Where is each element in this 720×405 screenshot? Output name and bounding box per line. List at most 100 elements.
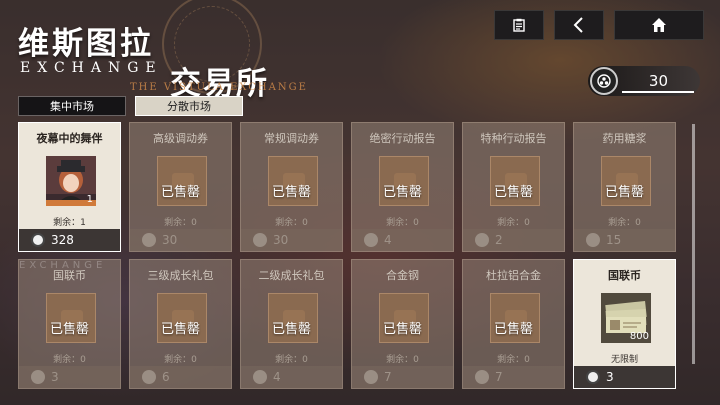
scrollbar[interactable] bbox=[692, 124, 695, 364]
item-price: 4 bbox=[241, 366, 342, 388]
item-price: 3 bbox=[19, 366, 120, 388]
item-remaining: 剩余：0 bbox=[497, 355, 530, 365]
item-name: 国联币 bbox=[608, 269, 641, 282]
price-value: 3 bbox=[606, 370, 614, 384]
shop-item-card[interactable]: 高级调动券已售罄剩余：0 30 bbox=[129, 122, 232, 252]
item-name: 夜幕中的舞伴 bbox=[36, 132, 103, 145]
item-remaining: 剩余：0 bbox=[386, 355, 419, 365]
tab-distributed-market[interactable]: 分散市场 bbox=[135, 96, 243, 116]
coin-icon bbox=[31, 370, 45, 384]
sold-out-label: 已售罄 bbox=[382, 322, 422, 337]
shop-item-card[interactable]: 国联币 800 无限制 3 bbox=[573, 259, 676, 389]
item-count: 800 bbox=[629, 331, 649, 342]
item-remaining: 剩余：0 bbox=[275, 218, 308, 228]
sold-out-label: 已售罄 bbox=[604, 185, 644, 200]
sold-out-label: 已售罄 bbox=[160, 322, 200, 337]
item-remaining: 剩余：0 bbox=[164, 218, 197, 228]
item-remaining: 无限制 bbox=[610, 355, 638, 365]
currency-value: 30 bbox=[648, 72, 668, 90]
coin-icon bbox=[475, 233, 489, 247]
page-title: 维斯图拉 bbox=[18, 26, 154, 62]
price-value: 328 bbox=[51, 233, 74, 247]
coin-icon bbox=[142, 233, 156, 247]
price-value: 30 bbox=[273, 233, 289, 247]
shop-item-card[interactable]: 二级成长礼包 已售罄剩余：0 4 bbox=[240, 259, 343, 389]
page-title-english: EXCHANGE bbox=[20, 60, 163, 76]
price-value: 2 bbox=[495, 233, 503, 247]
item-remaining: 剩余：0 bbox=[53, 355, 86, 365]
item-name: 合金钢 bbox=[386, 269, 419, 282]
price-value: 7 bbox=[495, 370, 503, 384]
sold-out-label: 已售罄 bbox=[493, 185, 533, 200]
coin-icon bbox=[586, 233, 600, 247]
shop-item-card[interactable]: EXCHANGE 国联币 已售罄 剩余：0 3 bbox=[18, 259, 121, 389]
sold-out-label: 已售罄 bbox=[271, 185, 311, 200]
item-remaining: 剩余：0 bbox=[275, 355, 308, 365]
price-value: 4 bbox=[384, 233, 392, 247]
back-button[interactable] bbox=[554, 10, 604, 40]
price-value: 6 bbox=[162, 370, 170, 384]
coin-icon bbox=[253, 370, 267, 384]
item-price: 328 bbox=[19, 229, 120, 251]
shop-item-card[interactable]: 特种行动报告 已售罄剩余：0 2 bbox=[462, 122, 565, 252]
item-price: 6 bbox=[130, 366, 231, 388]
clipboard-icon bbox=[513, 18, 525, 32]
tab-central-market[interactable]: 集中市场 bbox=[18, 96, 126, 116]
item-name: 高级调动券 bbox=[153, 132, 208, 145]
shop-item-card[interactable]: 三级成长礼包 已售罄剩余：0 6 bbox=[129, 259, 232, 389]
item-price: 7 bbox=[463, 366, 564, 388]
item-remaining: 剩余：0 bbox=[497, 218, 530, 228]
back-arrow-icon bbox=[573, 17, 583, 33]
shop-item-card[interactable]: 药用糖浆已售罄剩余：0 15 bbox=[573, 122, 676, 252]
character-portrait: 1 bbox=[46, 156, 96, 206]
price-value: 15 bbox=[606, 233, 622, 247]
shop-item-card[interactable]: 常规调动券已售罄剩余：0 30 bbox=[240, 122, 343, 252]
clipboard-button[interactable] bbox=[494, 10, 544, 40]
item-price: 30 bbox=[241, 229, 342, 251]
sold-out-label: 已售罄 bbox=[49, 322, 89, 337]
item-name: 二级成长礼包 bbox=[258, 269, 325, 282]
home-button[interactable] bbox=[614, 10, 704, 40]
currency-underline bbox=[622, 91, 694, 93]
item-price: 4 bbox=[352, 229, 453, 251]
sold-out-label: 已售罄 bbox=[160, 185, 200, 200]
price-value: 3 bbox=[51, 370, 59, 384]
coin-icon bbox=[586, 370, 600, 384]
price-value: 30 bbox=[162, 233, 178, 247]
item-grid: 夜幕中的舞伴 1 剩余：1 328 高级调动券 已售罄 剩余：0 30 常规调动券 已售罄 剩余：0… bbox=[18, 122, 680, 392]
item-name: 药用糖浆 bbox=[602, 132, 647, 145]
coin-icon bbox=[364, 370, 378, 384]
item-name: 三级成长礼包 bbox=[147, 269, 214, 282]
item-count: 1 bbox=[86, 194, 93, 205]
shop-item-card[interactable]: 夜幕中的舞伴 1 剩余：1 328 bbox=[18, 122, 121, 252]
banknote-image: 800 bbox=[601, 293, 651, 343]
price-value: 4 bbox=[273, 370, 281, 384]
coin-icon bbox=[364, 233, 378, 247]
page-subtitle: THE VISTULA EXCHANGE bbox=[130, 82, 308, 93]
item-name: 杜拉铝合金 bbox=[486, 269, 541, 282]
sold-out-label: 已售罄 bbox=[271, 322, 311, 337]
shop-item-card[interactable]: 合金钢已售罄剩余：0 7 bbox=[351, 259, 454, 389]
item-price: 15 bbox=[574, 229, 675, 251]
item-name: 绝密行动报告 bbox=[369, 132, 436, 145]
item-name: 特种行动报告 bbox=[480, 132, 547, 145]
shop-item-card[interactable]: 杜拉铝合金已售罄剩余：0 7 bbox=[462, 259, 565, 389]
item-remaining: 剩余：1 bbox=[53, 218, 86, 228]
coin-icon bbox=[475, 370, 489, 384]
coin-icon bbox=[31, 233, 45, 247]
item-price: 7 bbox=[352, 366, 453, 388]
item-name: 国联币 bbox=[53, 269, 86, 282]
home-icon bbox=[652, 18, 666, 32]
item-remaining: 剩余：0 bbox=[608, 218, 641, 228]
sold-out-label: 已售罄 bbox=[382, 185, 422, 200]
coin-icon bbox=[253, 233, 267, 247]
item-remaining: 剩余：0 bbox=[164, 355, 197, 365]
coin-icon bbox=[142, 370, 156, 384]
item-remaining: 剩余：0 bbox=[386, 218, 419, 228]
shop-item-card[interactable]: 绝密行动报告 已售罄剩余：0 4 bbox=[351, 122, 454, 252]
coin-icon bbox=[590, 67, 618, 95]
item-name: 常规调动券 bbox=[264, 132, 319, 145]
item-price: 30 bbox=[130, 229, 231, 251]
price-value: 7 bbox=[384, 370, 392, 384]
sold-out-label: 已售罄 bbox=[493, 322, 533, 337]
